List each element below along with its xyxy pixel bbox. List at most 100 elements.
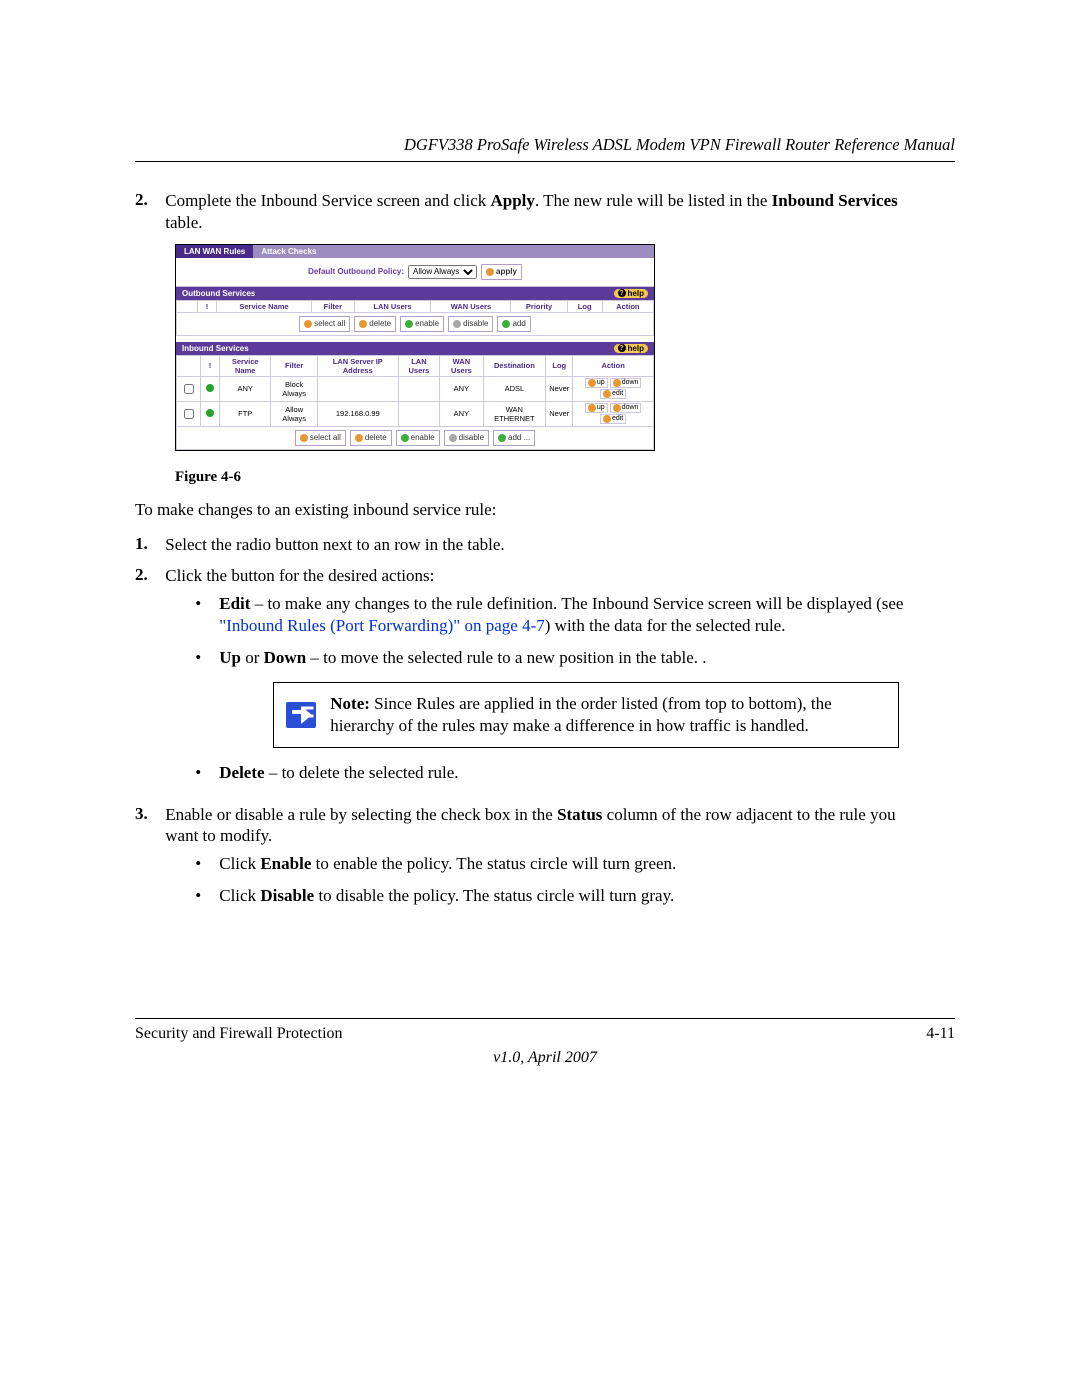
col: Action (602, 300, 653, 312)
bullet-up-down: Up or Down – to move the selected rule t… (195, 647, 925, 748)
up-icon (588, 404, 596, 412)
add-button[interactable]: add (497, 316, 530, 332)
check-icon (304, 320, 312, 328)
down-icon (613, 404, 621, 412)
step-text: Select the radio button next to an row i… (165, 534, 925, 556)
cell: FTP (220, 401, 271, 426)
enable-button[interactable]: enable (396, 430, 440, 446)
col-status: ! (198, 300, 217, 312)
select-all-button[interactable]: select all (299, 316, 350, 332)
check-icon (300, 434, 308, 442)
t: Edit (219, 594, 250, 613)
t: Enable (260, 854, 311, 873)
t: Since Rules are applied in the order lis… (330, 694, 831, 735)
up-button[interactable]: up (585, 378, 608, 388)
delete-button[interactable]: delete (354, 316, 396, 332)
tab-lan-wan-rules[interactable]: LAN WAN Rules (176, 245, 253, 258)
bullet-enable: Click Enable to enable the policy. The s… (195, 853, 925, 875)
delete-button[interactable]: delete (350, 430, 392, 446)
t: to enable the policy. The status circle … (311, 854, 676, 873)
step-number: 3. (135, 804, 161, 824)
edit-icon (603, 390, 611, 398)
col: Log (546, 355, 573, 376)
plus-icon (498, 434, 506, 442)
enable-icon (401, 434, 409, 442)
cell: Never (546, 401, 573, 426)
up-button[interactable]: up (585, 403, 608, 413)
t: table. (165, 213, 202, 232)
section-title: Inbound Services (182, 344, 249, 353)
apply-icon (486, 268, 494, 276)
tab-bar: LAN WAN Rules Attack Checks (176, 245, 654, 258)
t: Disable (260, 886, 314, 905)
t: to disable the policy. The status circle… (314, 886, 674, 905)
cell: Allow Always (271, 401, 318, 426)
t: – to move the selected rule to a new pos… (306, 648, 706, 667)
col: WAN Users (440, 355, 483, 376)
edit-button[interactable]: edit (600, 414, 626, 424)
cell: ANY (220, 376, 271, 401)
page-footer: Security and Firewall Protection 4-11 v1… (135, 1018, 955, 1067)
figure-caption: Figure 4-6 (175, 469, 955, 486)
help-icon: ? (618, 289, 626, 297)
col: Priority (511, 300, 567, 312)
cell: Never (546, 376, 573, 401)
t: Down (264, 648, 307, 667)
add-button[interactable]: add ... (493, 430, 535, 446)
policy-label: Default Outbound Policy: (308, 267, 404, 276)
help-button[interactable]: ?help (614, 289, 648, 298)
help-button[interactable]: ?help (614, 344, 648, 353)
step-number: 2. (135, 565, 161, 585)
plus-icon (502, 320, 510, 328)
row-checkbox[interactable] (184, 384, 194, 394)
footer-page-number: 4-11 (926, 1025, 955, 1043)
select-all-button[interactable]: select all (295, 430, 346, 446)
enable-button[interactable]: enable (400, 316, 444, 332)
cell (398, 401, 440, 426)
t: – to delete the selected rule. (265, 763, 459, 782)
apply-button[interactable]: apply (481, 264, 522, 280)
down-button[interactable]: down (610, 378, 642, 388)
cell-actions: up down edit (573, 376, 654, 401)
figure-screenshot: LAN WAN Rules Attack Checks Default Outb… (175, 244, 655, 451)
col-status: ! (201, 355, 220, 376)
col: Destination (483, 355, 546, 376)
note-text: Note: Since Rules are applied in the ord… (330, 693, 886, 737)
status-dot-icon (206, 384, 214, 392)
table-row: FTP Allow Always 192.168.0.99 ANY WAN ET… (177, 401, 654, 426)
cross-ref-link[interactable]: "Inbound Rules (Port Forwarding)" on pag… (219, 616, 545, 635)
table-row: ANY Block Always ANY ADSL Never up down … (177, 376, 654, 401)
t: or (241, 648, 264, 667)
cell-actions: up down edit (573, 401, 654, 426)
disable-button[interactable]: disable (448, 316, 493, 332)
edit-button[interactable]: edit (600, 389, 626, 399)
col: Service Name (220, 355, 271, 376)
cell (398, 376, 440, 401)
disable-button[interactable]: disable (444, 430, 489, 446)
footer-version: v1.0, April 2007 (135, 1049, 955, 1067)
policy-select[interactable]: Allow Always (408, 265, 477, 279)
bullet-edit: Edit – to make any changes to the rule d… (195, 593, 925, 637)
t: Up (219, 648, 241, 667)
bullet-delete: Delete – to delete the selected rule. (195, 762, 925, 784)
outbound-actions: select all delete enable disable add (176, 313, 654, 336)
outbound-heading: Outbound Services ?help (176, 287, 654, 300)
cell (317, 376, 398, 401)
t: Click the button for the desired actions… (165, 566, 434, 585)
t: . The new rule will be listed in the (535, 191, 772, 210)
row-checkbox[interactable] (184, 409, 194, 419)
col: Filter (311, 300, 354, 312)
cell: ANY (440, 376, 483, 401)
col: WAN Users (431, 300, 511, 312)
enable-icon (405, 320, 413, 328)
edit-icon (603, 415, 611, 423)
up-icon (588, 379, 596, 387)
x-icon (355, 434, 363, 442)
disable-icon (453, 320, 461, 328)
inbound-table: ! Service Name Filter LAN Server IP Addr… (176, 355, 654, 427)
col: Log (567, 300, 602, 312)
note-callout: Note: Since Rules are applied in the ord… (273, 682, 899, 748)
arrow-icon (286, 702, 316, 728)
down-button[interactable]: down (610, 403, 642, 413)
tab-attack-checks[interactable]: Attack Checks (253, 245, 324, 258)
